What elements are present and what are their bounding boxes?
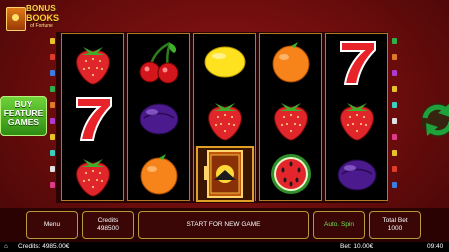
payline-marker: [50, 134, 55, 140]
home-icon[interactable]: ⌂: [4, 242, 8, 252]
payline-marker: [50, 182, 55, 188]
auto-spin-button[interactable]: Auto. Spin: [313, 211, 365, 239]
buy-feature-label-3: GAMES: [7, 117, 40, 127]
payline-marker: [392, 54, 397, 60]
status-bet: Bet: 10.00€: [340, 243, 374, 250]
game-logo: BONUS BOOKS of Fortune: [4, 3, 76, 33]
strawberry-icon: [62, 34, 123, 90]
credits-value: 498500: [97, 225, 119, 232]
reel-5: [325, 33, 388, 201]
payline-marker: [392, 38, 397, 44]
spin-button[interactable]: [416, 98, 449, 142]
logo-subtitle: of Fortune: [30, 23, 53, 29]
payline-marker: [392, 86, 397, 92]
plum-icon: [128, 90, 189, 146]
payline-marker: [392, 134, 397, 140]
logo-title-line1: BONUS: [26, 4, 56, 13]
payline-marker: [50, 102, 55, 108]
payline-marker: [392, 166, 397, 172]
payline-marker: [50, 54, 55, 60]
total-bet-value: 1000: [387, 225, 403, 232]
strawberry-icon: [62, 146, 123, 202]
reel-3: [193, 33, 256, 202]
payline-marker: [392, 182, 397, 188]
strawberry-icon: [260, 90, 321, 146]
strawberry-icon: [326, 90, 387, 146]
status-credits: Credits: 4985.00€: [18, 243, 70, 250]
reel-2: [127, 33, 190, 201]
status-bar: ⌂ Credits: 4985.00€ Bet: 10.00€ 09:40: [0, 242, 449, 252]
credits-label: Credits: [97, 217, 119, 224]
reel-1: [61, 33, 124, 201]
status-time: 09:40: [427, 243, 444, 250]
payline-marker: [392, 102, 397, 108]
circular-arrows-icon: [421, 103, 449, 137]
strawberry-icon: [194, 90, 255, 146]
logo-title-line2: BOOKS: [26, 13, 60, 23]
auto-spin-label: Auto. Spin: [324, 221, 354, 228]
credits-display: Credits 498500: [82, 211, 134, 239]
watermelon-icon: [260, 146, 321, 202]
seven-icon: [326, 34, 387, 90]
reel-4: [259, 33, 322, 201]
payline-marker: [392, 70, 397, 76]
payline-marker: [392, 150, 397, 156]
menu-label: Menu: [43, 221, 61, 228]
menu-button[interactable]: Menu: [26, 211, 78, 239]
total-bet-button[interactable]: Total Bet 1000: [369, 211, 421, 239]
lemon-icon: [194, 34, 255, 90]
payline-marker: [50, 70, 55, 76]
start-label: START FOR NEW GAME: [186, 221, 261, 228]
book-logo-icon: [6, 7, 26, 31]
payline-marker: [50, 118, 55, 124]
payline-marker: [50, 38, 55, 44]
seven-icon: [62, 90, 123, 146]
orange-icon: [128, 146, 189, 202]
cherry-icon: [128, 34, 189, 90]
orange-icon: [260, 34, 321, 90]
payline-marker: [392, 118, 397, 124]
book-scatter-icon: [194, 146, 255, 202]
plum-icon: [326, 146, 387, 202]
payline-marker: [50, 166, 55, 172]
payline-marker: [50, 150, 55, 156]
payline-marker: [50, 86, 55, 92]
buy-feature-button[interactable]: BUY FEATURE GAMES: [0, 96, 47, 136]
start-button[interactable]: START FOR NEW GAME: [138, 211, 309, 239]
total-bet-label: Total Bet: [382, 217, 408, 224]
